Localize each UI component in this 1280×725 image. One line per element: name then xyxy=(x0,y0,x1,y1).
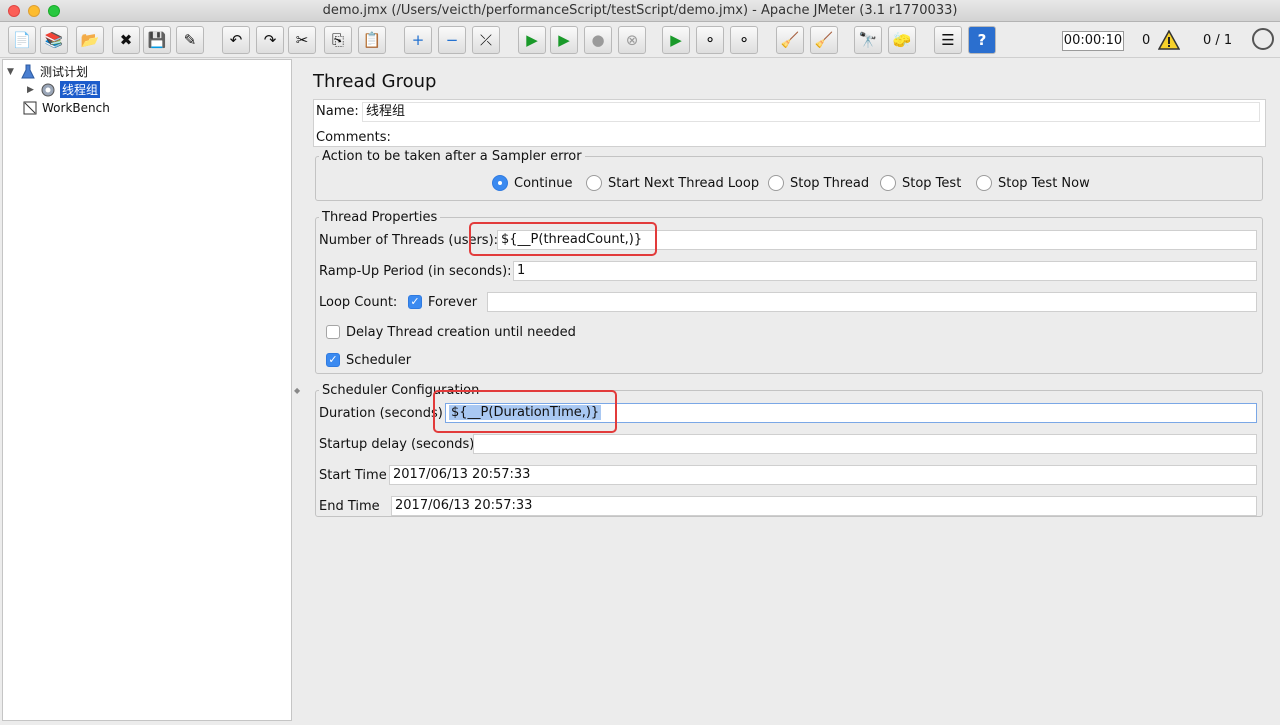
end-time-input[interactable]: 2017/06/13 20:57:33 xyxy=(391,496,1257,516)
paste-icon[interactable]: 📋 xyxy=(358,26,386,54)
radio-stop-thread[interactable]: Stop Thread xyxy=(768,175,869,191)
tree-collapsed-icon[interactable]: ▶ xyxy=(27,85,39,95)
rampup-label: Ramp-Up Period (in seconds): xyxy=(319,264,512,279)
thread-properties-legend: Thread Properties xyxy=(322,210,438,225)
highlight-box-threads xyxy=(469,222,657,256)
redo-icon[interactable]: ↷ xyxy=(256,26,284,54)
end-time-label: End Time xyxy=(319,499,380,514)
remote-status-icon xyxy=(1252,28,1274,50)
radio-start-next-thread-loop[interactable]: Start Next Thread Loop xyxy=(586,175,759,191)
elapsed-timer: 00:00:10 xyxy=(1062,31,1124,51)
loop-count-input[interactable] xyxy=(487,292,1257,312)
duration-label: Duration (seconds) xyxy=(319,406,443,421)
tree-expanded-icon[interactable]: ▼ xyxy=(7,67,19,77)
help-icon[interactable]: ? xyxy=(968,26,996,54)
tree-node-thread-group[interactable]: ▶ 线程组 xyxy=(27,81,101,98)
radio-label: Start Next Thread Loop xyxy=(608,175,760,191)
cut-icon[interactable]: ✂ xyxy=(288,26,316,54)
open-icon[interactable]: 📂 xyxy=(76,26,104,54)
radio-label: Stop Test Now xyxy=(998,175,1090,191)
sampler-error-legend: Action to be taken after a Sampler error xyxy=(322,149,582,164)
highlight-box-duration xyxy=(433,390,617,433)
radio-selected-icon xyxy=(492,175,508,191)
shutdown-icon[interactable]: ⊗ xyxy=(618,26,646,54)
comments-label: Comments: xyxy=(316,130,391,145)
test-plan-tree[interactable]: ▼ 测试计划 ▶ 线程组 WorkBench xyxy=(2,59,292,721)
delay-thread-checkbox[interactable] xyxy=(326,325,340,339)
radio-unselected-icon xyxy=(768,175,784,191)
radio-unselected-icon xyxy=(976,175,992,191)
save-as-icon[interactable]: ✎ xyxy=(176,26,204,54)
tree-node-workbench[interactable]: WorkBench xyxy=(21,100,110,116)
workbench-icon xyxy=(21,100,39,116)
name-comments-box: Name: 线程组 Comments: xyxy=(313,99,1266,147)
search-icon[interactable]: 🔭 xyxy=(854,26,882,54)
clear-icon[interactable]: 🧹 xyxy=(776,26,804,54)
start-no-pause-icon[interactable]: ▶ xyxy=(550,26,578,54)
warning-icon[interactable] xyxy=(1158,30,1180,50)
radio-label: Continue xyxy=(514,175,573,191)
new-icon[interactable]: 📄 xyxy=(8,26,36,54)
scheduler-label: Scheduler xyxy=(346,353,412,368)
loop-count-label: Loop Count: xyxy=(319,295,398,310)
radio-unselected-icon xyxy=(586,175,602,191)
remote-start-icon[interactable]: ▶ xyxy=(662,26,690,54)
title-bar: demo.jmx (/Users/veicth/performanceScrip… xyxy=(0,0,1280,22)
toggle-icon[interactable]: ⤫ xyxy=(472,26,500,54)
save-icon[interactable]: 💾 xyxy=(143,26,171,54)
name-input[interactable]: 线程组 xyxy=(362,102,1260,122)
forever-label: Forever xyxy=(428,295,478,310)
radio-unselected-icon xyxy=(880,175,896,191)
radio-label: Stop Thread xyxy=(790,175,870,191)
startup-delay-label: Startup delay (seconds) xyxy=(319,437,475,452)
close-icon[interactable]: ✖ xyxy=(112,26,140,54)
error-count: 0 xyxy=(1142,33,1151,48)
radio-continue[interactable]: Continue xyxy=(492,175,572,191)
startup-delay-input[interactable] xyxy=(473,434,1257,454)
undo-icon[interactable]: ↶ xyxy=(222,26,250,54)
start-icon[interactable]: ▶ xyxy=(518,26,546,54)
delay-thread-label: Delay Thread creation until needed xyxy=(346,325,576,340)
thread-group-panel: Thread Group Name: 线程组 Comments: Action … xyxy=(301,59,1278,721)
expand-icon[interactable]: + xyxy=(404,26,432,54)
rampup-input[interactable]: 1 xyxy=(513,261,1257,281)
collapse-icon[interactable]: − xyxy=(438,26,466,54)
active-thread-count: 0 / 1 xyxy=(1203,33,1233,48)
reset-search-icon[interactable]: 🧽 xyxy=(888,26,916,54)
toolbar: 📄 📚 📂 ✖ 💾 ✎ ↶ ↷ ✂ ⎘ 📋 + − ⤫ ▶ ▶ ● ⊗ ▶ ⚬ ⚬ 🧹 🧹 🔭 🧽 ☰? 00:00:10 0 0… xyxy=(0,22,1280,58)
tree-label-workbench: WorkBench xyxy=(42,101,110,115)
page-title: Thread Group xyxy=(313,71,437,92)
radio-stop-test-now[interactable]: Stop Test Now xyxy=(976,175,1090,191)
radio-label: Stop Test xyxy=(902,175,962,191)
tree-label-test-plan: 测试计划 xyxy=(40,65,89,79)
gear-icon xyxy=(39,82,57,98)
start-time-label: Start Time xyxy=(319,468,387,483)
clear-all-icon[interactable]: 🧹 xyxy=(810,26,838,54)
start-time-input[interactable]: 2017/06/13 20:57:33 xyxy=(389,465,1257,485)
remote-stop-icon[interactable]: ⚬ xyxy=(696,26,724,54)
function-helper-icon[interactable]: ☰ xyxy=(934,26,962,54)
copy-icon[interactable]: ⎘ xyxy=(324,26,352,54)
name-label: Name: xyxy=(316,104,359,119)
tree-label-thread-group: 线程组 xyxy=(60,81,101,98)
flask-icon xyxy=(19,64,37,80)
tree-node-test-plan[interactable]: ▼ 测试计划 xyxy=(7,63,88,80)
scheduler-checkbox[interactable]: ✓ xyxy=(326,353,340,367)
remote-shutdown-icon[interactable]: ⚬ xyxy=(730,26,758,54)
window-title: demo.jmx (/Users/veicth/performanceScrip… xyxy=(322,3,958,18)
splitter-handle-icon[interactable]: ◆ xyxy=(294,386,300,395)
radio-stop-test[interactable]: Stop Test xyxy=(880,175,961,191)
forever-checkbox[interactable]: ✓ xyxy=(408,295,422,309)
stop-icon[interactable]: ● xyxy=(584,26,612,54)
templates-icon[interactable]: 📚 xyxy=(40,26,68,54)
